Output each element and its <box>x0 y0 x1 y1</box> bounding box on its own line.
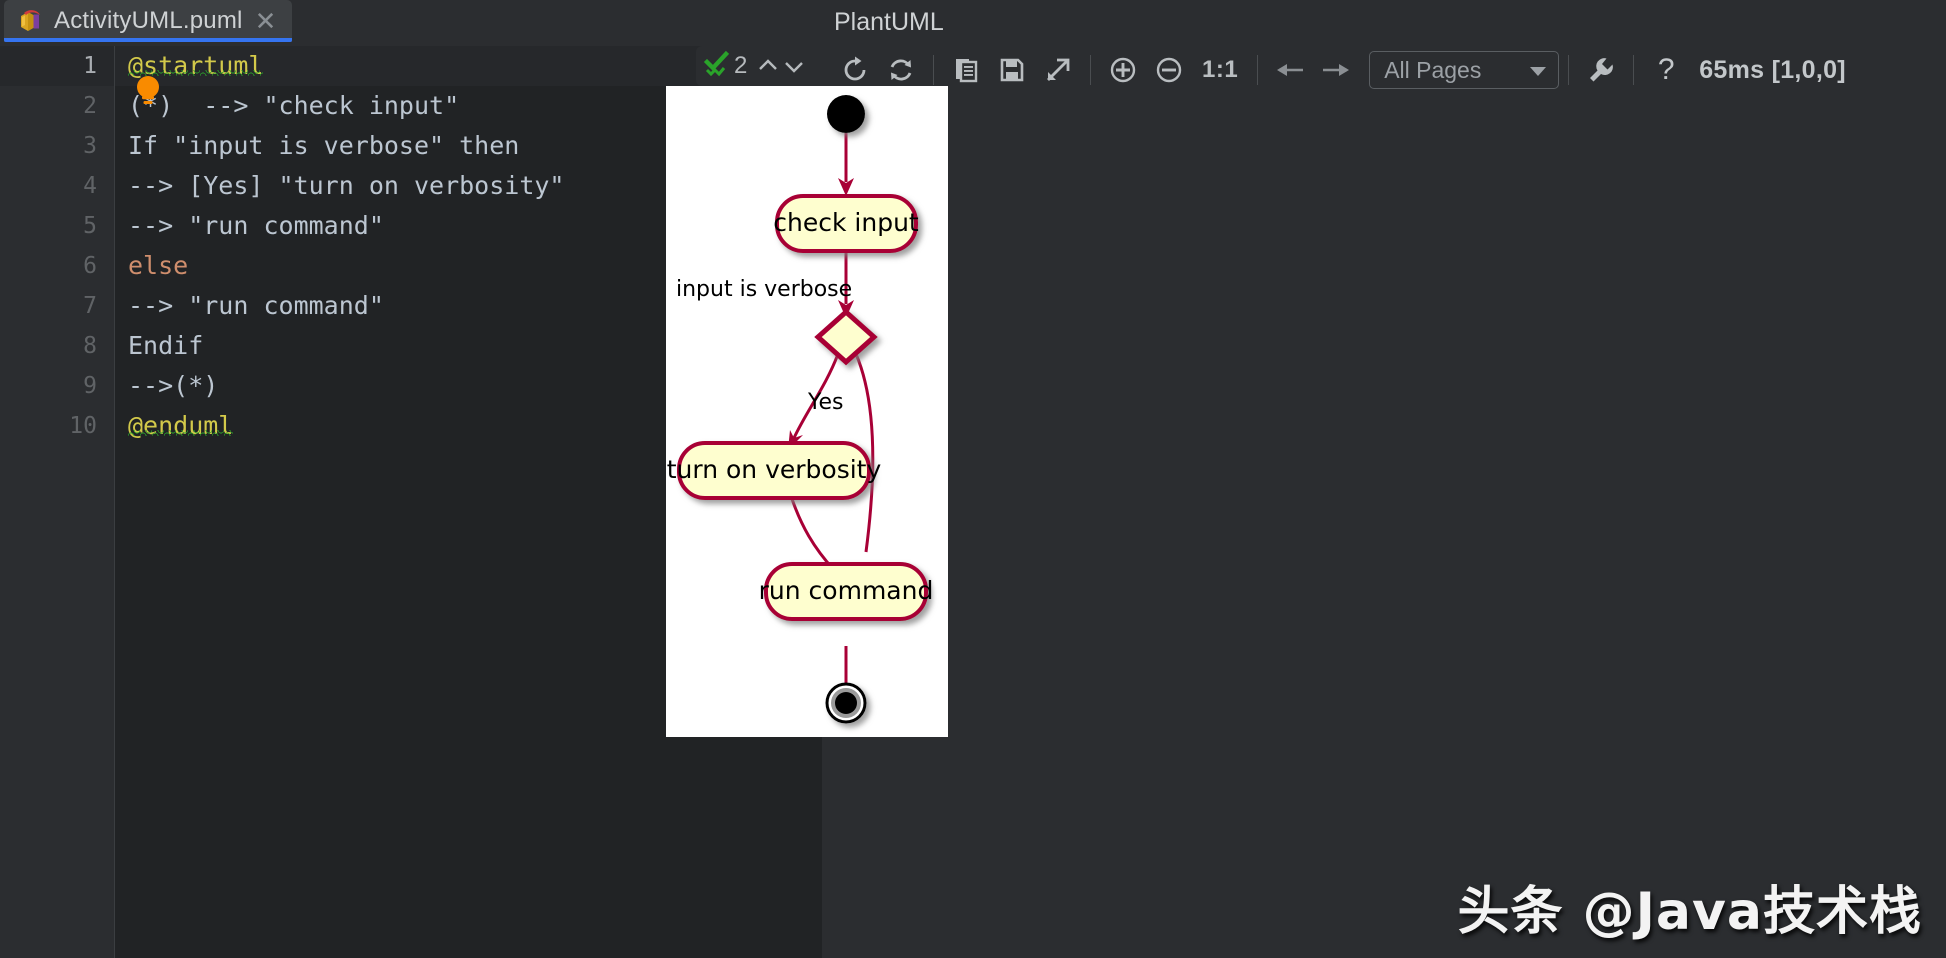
chevron-down-icon <box>1528 57 1548 84</box>
line-number: 1 <box>83 53 97 79</box>
open-external-icon[interactable] <box>1035 47 1081 93</box>
line-number: 9 <box>83 373 97 399</box>
line-number: 6 <box>83 253 97 279</box>
actual-size-button[interactable]: 1:1 <box>1202 56 1238 84</box>
pages-dropdown[interactable]: All Pages <box>1369 51 1560 89</box>
toolbar-divider <box>1568 55 1570 85</box>
code-line[interactable]: @enduml <box>128 406 234 446</box>
close-icon[interactable]: ✕ <box>255 8 277 34</box>
code-line[interactable]: --> "run command" <box>128 286 384 326</box>
line-number: 5 <box>83 213 97 239</box>
warning-squiggly <box>128 430 234 436</box>
preview-title: PlantUML <box>834 8 944 36</box>
copy-icon[interactable] <box>943 47 989 93</box>
line-number: 4 <box>83 173 97 199</box>
chevron-down-icon[interactable] <box>781 53 807 79</box>
file-tab[interactable]: ActivityUML.puml ✕ <box>4 0 292 42</box>
pages-dropdown-value: All Pages <box>1384 56 1482 83</box>
node-turn-on-verbosity-label: turn on verbosity <box>667 455 882 484</box>
line-number: 7 <box>83 293 97 319</box>
arrow-left-icon[interactable] <box>1267 47 1313 93</box>
inspection-widget[interactable]: 2 <box>696 46 822 86</box>
render-status: 65ms [1,0,0] <box>1699 55 1846 84</box>
diagram-canvas[interactable]: check input input is verbose Yes turn on… <box>666 86 948 737</box>
node-check-input-label: check input <box>773 208 919 237</box>
zoom-in-icon[interactable] <box>1100 47 1146 93</box>
preview-toolbar: 1:1 All Pages ? 65ms [1,0,0] <box>822 46 1946 94</box>
plantuml-tag: @enduml <box>128 411 234 440</box>
line-number: 8 <box>83 333 97 359</box>
watermark: 头条 @Java技术栈 <box>1457 882 1922 942</box>
activity-diagram: check input input is verbose Yes turn on… <box>667 95 934 724</box>
toolbar-divider <box>1257 55 1259 85</box>
save-icon[interactable] <box>989 47 1035 93</box>
code-line[interactable]: If "input is verbose" then <box>128 126 519 166</box>
zoom-out-icon[interactable] <box>1146 47 1192 93</box>
chevron-up-icon[interactable] <box>755 53 781 79</box>
question-mark-icon[interactable]: ? <box>1643 47 1689 93</box>
plantuml-preview-pane: PlantUML 1:1 All Pages ? 65ms [1,0,0] ch… <box>666 0 1946 958</box>
wrench-icon[interactable] <box>1578 47 1624 93</box>
lightbulb-icon[interactable] <box>131 73 165 107</box>
line-number: 2 <box>83 93 97 119</box>
inspections-ok-icon[interactable] <box>702 49 732 84</box>
keyword: else <box>128 251 189 280</box>
code-line[interactable]: --> "run command" <box>128 206 384 246</box>
inspection-count: 2 <box>734 52 748 79</box>
yes-label: Yes <box>807 390 844 415</box>
start-node <box>827 95 865 133</box>
line-number: 3 <box>83 133 97 159</box>
toolbar-divider <box>1633 55 1635 85</box>
decision-diamond <box>814 308 878 366</box>
node-run-command-label: run command <box>759 576 934 605</box>
code-line[interactable]: -->(*) <box>128 366 218 406</box>
end-node <box>825 682 867 724</box>
app-window: ActivityUML.puml ✕ 1 2 3 4 5 6 7 8 9 10 @startuml… <box>0 0 1946 958</box>
code-line[interactable]: Endif <box>128 326 203 366</box>
plantuml-file-icon <box>18 8 44 34</box>
code-line[interactable]: (*) --> "check input" <box>128 86 459 126</box>
code-line[interactable]: else <box>128 246 188 286</box>
file-tab-label: ActivityUML.puml <box>54 7 243 34</box>
line-number-gutter[interactable]: 1 2 3 4 5 6 7 8 9 10 <box>0 46 115 958</box>
toolbar-divider <box>1090 55 1091 85</box>
code-line[interactable]: --> [Yes] "turn on verbosity" <box>128 166 565 206</box>
line-number: 10 <box>69 413 97 439</box>
condition-label: input is verbose <box>676 277 852 302</box>
tab-strip: ActivityUML.puml ✕ <box>0 0 822 46</box>
tab-active-underline <box>4 38 292 42</box>
toolbar-divider <box>933 55 934 85</box>
arrow-right-icon[interactable] <box>1313 47 1359 93</box>
